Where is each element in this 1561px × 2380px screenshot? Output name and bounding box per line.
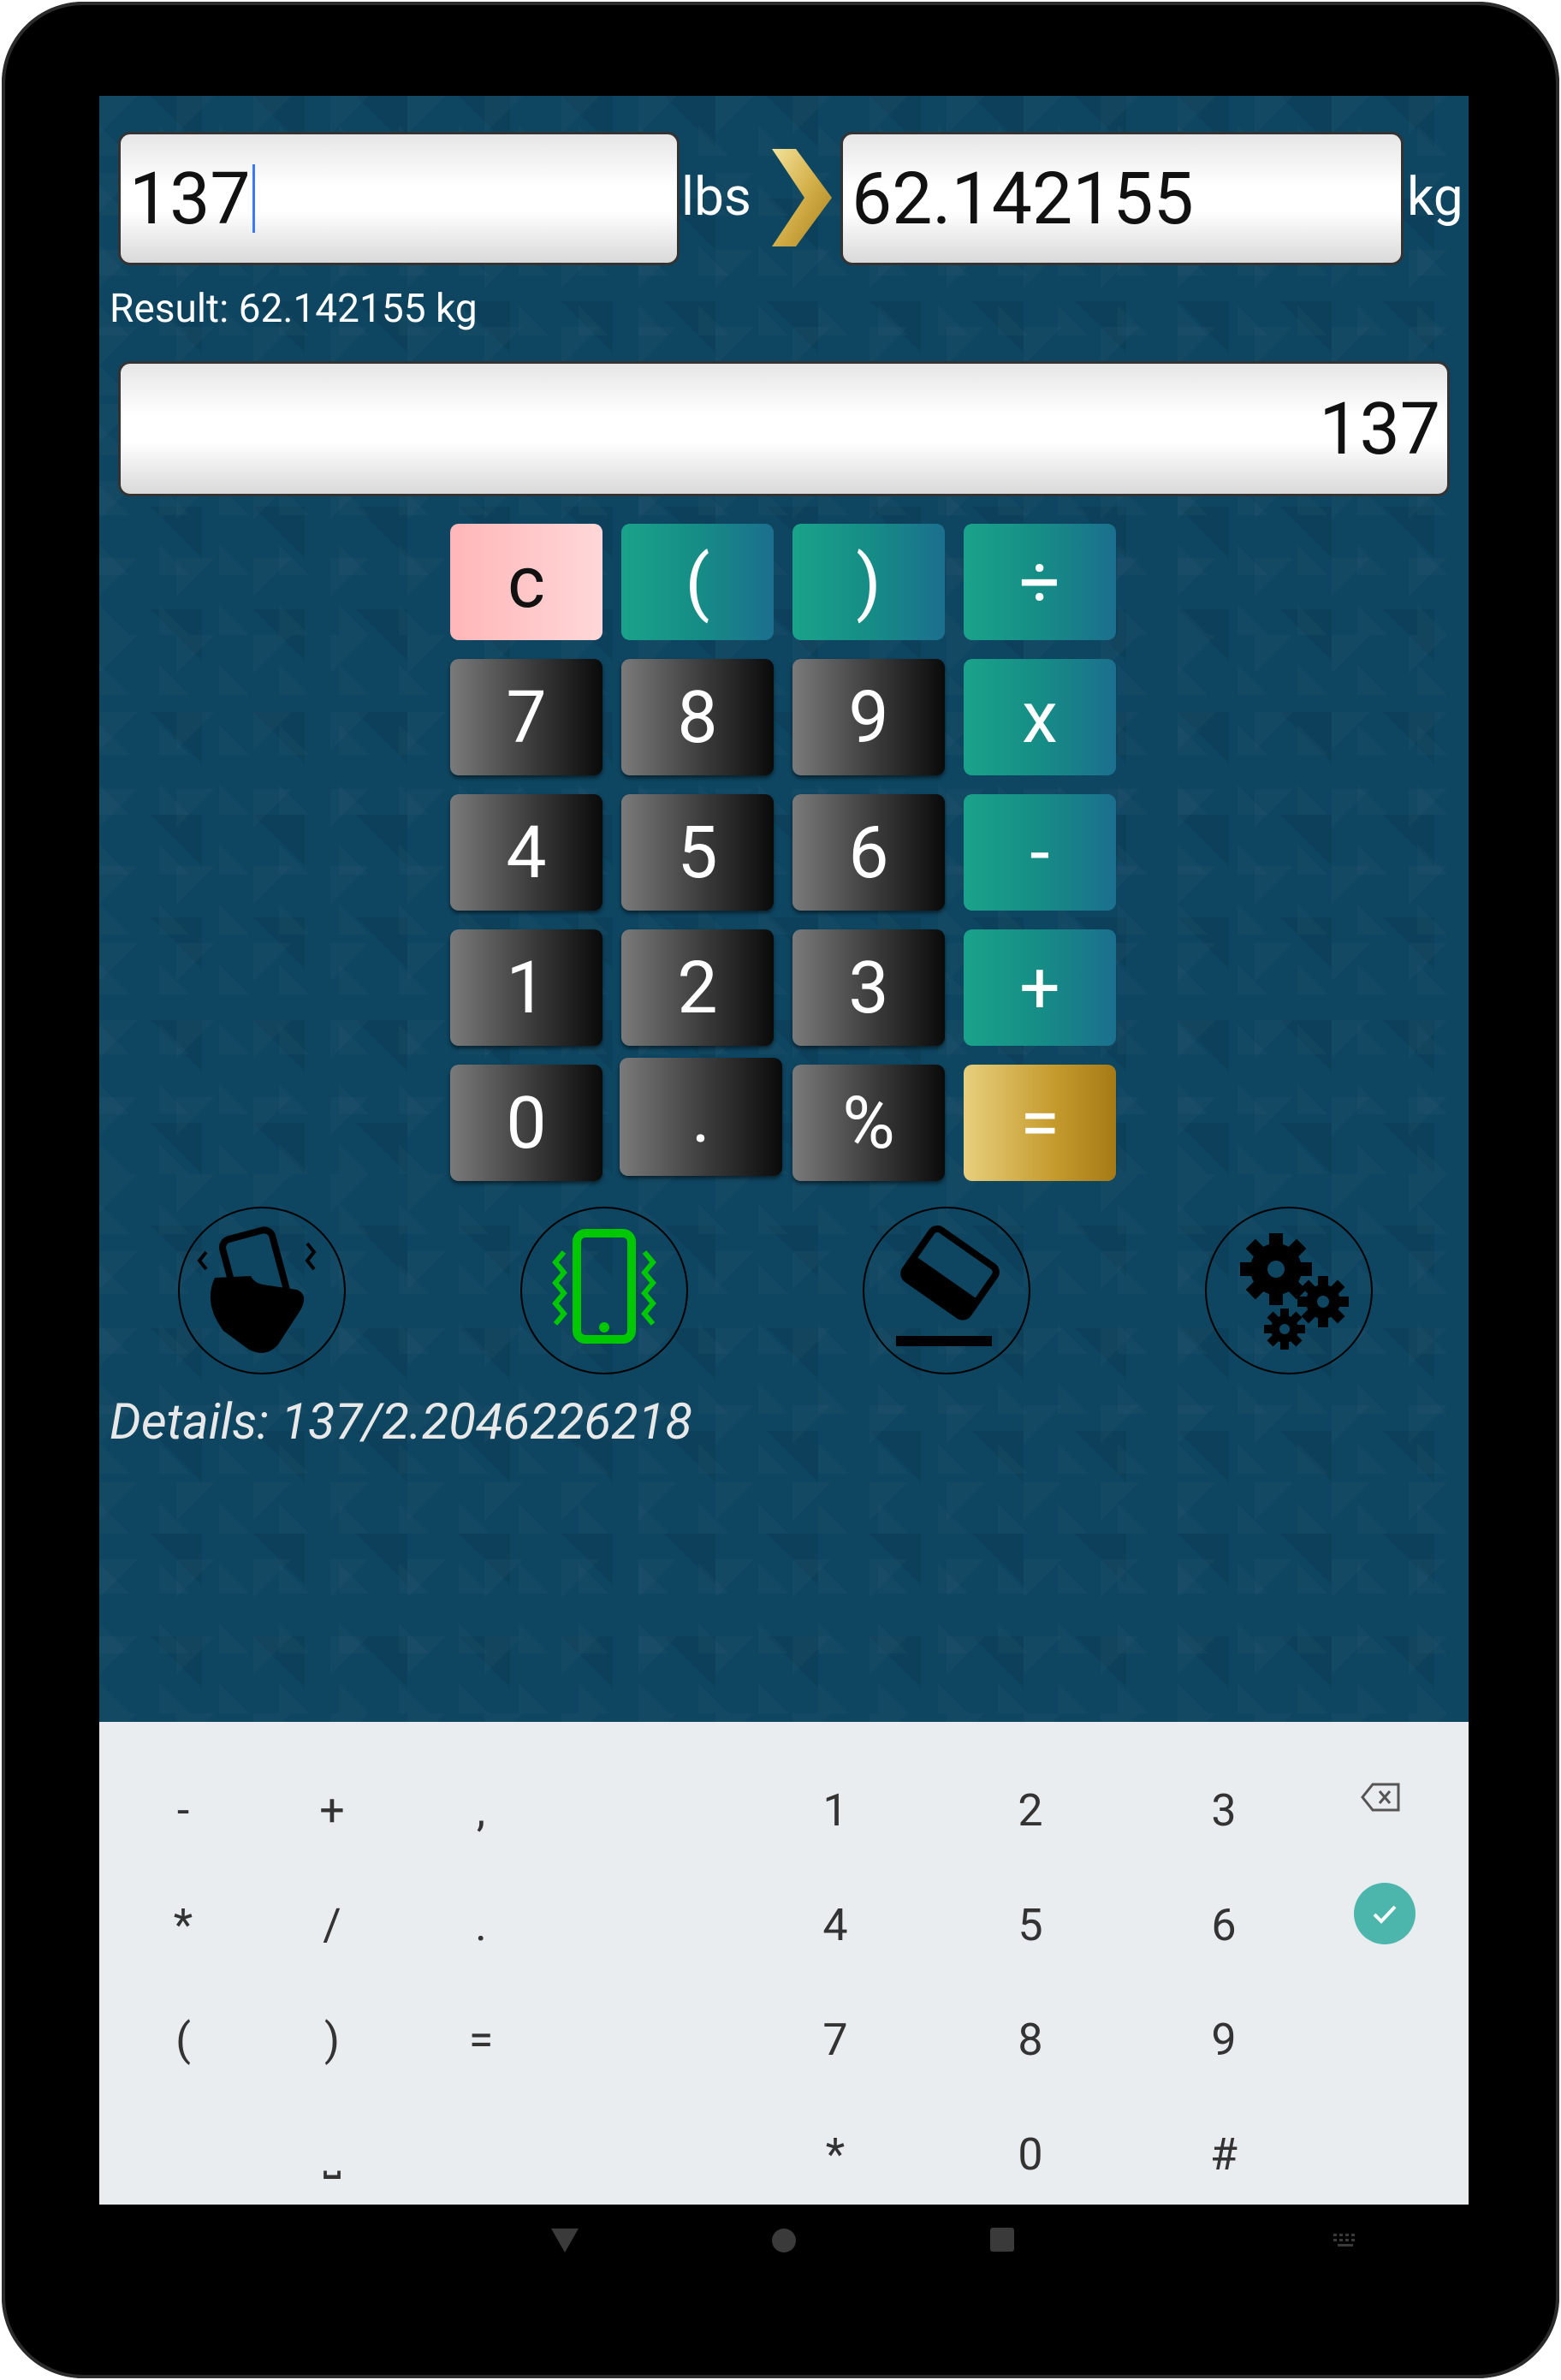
- shake-phone-icon: [197, 1226, 317, 1353]
- digit-0-key[interactable]: 0: [450, 1065, 602, 1181]
- tablet-frame: 137 lbs 62.142155 kg Result: 62.142155 k…: [2, 2, 1559, 2378]
- details-text: Details: 137/2.2046226218: [110, 1393, 692, 1451]
- kbd-3[interactable]: 3: [1172, 1763, 1275, 1857]
- back-triangle-icon[interactable]: [549, 2227, 580, 2254]
- calculator-display[interactable]: 137: [118, 361, 1450, 496]
- subtract-key[interactable]: -: [964, 794, 1116, 911]
- unit-to-label[interactable]: kg: [1407, 166, 1463, 229]
- output-value: 62.142155: [852, 156, 1194, 241]
- digit-3-key[interactable]: 3: [792, 929, 945, 1046]
- shake-button[interactable]: [178, 1207, 346, 1374]
- kbd-period[interactable]: .: [430, 1878, 532, 1972]
- screen: 137 lbs 62.142155 kg Result: 62.142155 k…: [99, 96, 1469, 2205]
- kbd-slash[interactable]: /: [281, 1878, 383, 1972]
- kbd-close-paren[interactable]: ): [281, 1992, 383, 2086]
- digit-9-key[interactable]: 9: [792, 659, 945, 775]
- app-area: 137 lbs 62.142155 kg Result: 62.142155 k…: [99, 96, 1469, 1722]
- navigation-bar: [2, 2205, 1561, 2287]
- keyboard-switch-icon[interactable]: [1332, 2232, 1359, 2249]
- digit-8-key[interactable]: 8: [621, 659, 774, 775]
- kbd-5[interactable]: 5: [979, 1878, 1082, 1972]
- kbd-8[interactable]: 8: [979, 1992, 1082, 2086]
- eraser-button[interactable]: [863, 1207, 1030, 1374]
- result-label: Result: 62.142155 kg: [110, 286, 478, 332]
- multiply-key[interactable]: x: [964, 659, 1116, 775]
- kbd-6[interactable]: 6: [1172, 1878, 1275, 1972]
- recents-square-icon[interactable]: [989, 2227, 1015, 2252]
- eraser-icon: [896, 1225, 1000, 1346]
- calculator-display-value: 137: [1319, 386, 1440, 472]
- kbd-asterisk[interactable]: *: [132, 1878, 234, 1972]
- decimal-key[interactable]: .: [620, 1058, 782, 1176]
- input-value: 137: [129, 156, 251, 241]
- kbd-plus[interactable]: +: [281, 1763, 383, 1857]
- clear-key[interactable]: c: [450, 524, 602, 640]
- kbd-open-paren[interactable]: (: [132, 1992, 234, 2086]
- text-caret: [252, 164, 255, 233]
- settings-button[interactable]: [1205, 1207, 1373, 1374]
- digit-2-key[interactable]: 2: [621, 929, 774, 1046]
- kbd-7[interactable]: 7: [784, 1992, 887, 2086]
- digit-5-key[interactable]: 5: [621, 794, 774, 911]
- output-value-field[interactable]: 62.142155: [840, 132, 1404, 265]
- vibrate-toggle[interactable]: [520, 1207, 688, 1374]
- unit-from-label[interactable]: lbs: [681, 166, 751, 229]
- done-button[interactable]: [1354, 1883, 1416, 1944]
- kbd-star[interactable]: *: [784, 2107, 887, 2201]
- soft-keyboard: - +, 1 2 3 * /. 4 5 6 () = 7 8 9 ⎵ * 0 #: [99, 1722, 1469, 2205]
- percent-key[interactable]: %: [792, 1065, 945, 1181]
- kbd-equals[interactable]: =: [430, 1992, 532, 2086]
- convert-arrow-icon[interactable]: [767, 145, 835, 250]
- divide-key[interactable]: ÷: [964, 524, 1116, 640]
- kbd-comma[interactable]: ,: [430, 1763, 532, 1857]
- digit-4-key[interactable]: 4: [450, 794, 602, 911]
- gears-icon: [1240, 1233, 1349, 1350]
- digit-1-key[interactable]: 1: [450, 929, 602, 1046]
- digit-6-key[interactable]: 6: [792, 794, 945, 911]
- digit-7-key[interactable]: 7: [450, 659, 602, 775]
- kbd-2[interactable]: 2: [979, 1763, 1082, 1857]
- input-value-field[interactable]: 137: [118, 132, 680, 265]
- home-circle-icon[interactable]: [770, 2227, 798, 2254]
- kbd-space[interactable]: ⎵: [281, 2107, 383, 2201]
- kbd-0[interactable]: 0: [979, 2107, 1082, 2201]
- kbd-minus[interactable]: -: [132, 1763, 234, 1857]
- backspace-icon[interactable]: [1361, 1782, 1402, 1813]
- close-paren-key[interactable]: ): [792, 524, 945, 640]
- open-paren-key[interactable]: (: [621, 524, 774, 640]
- kbd-9[interactable]: 9: [1172, 1992, 1275, 2086]
- check-icon: [1373, 1905, 1397, 1924]
- kbd-hash[interactable]: #: [1172, 2107, 1275, 2201]
- kbd-4[interactable]: 4: [784, 1878, 887, 1972]
- kbd-1[interactable]: 1: [784, 1763, 887, 1857]
- equals-key[interactable]: =: [964, 1065, 1116, 1181]
- vibrate-icon: [552, 1229, 656, 1344]
- add-key[interactable]: +: [964, 929, 1116, 1046]
